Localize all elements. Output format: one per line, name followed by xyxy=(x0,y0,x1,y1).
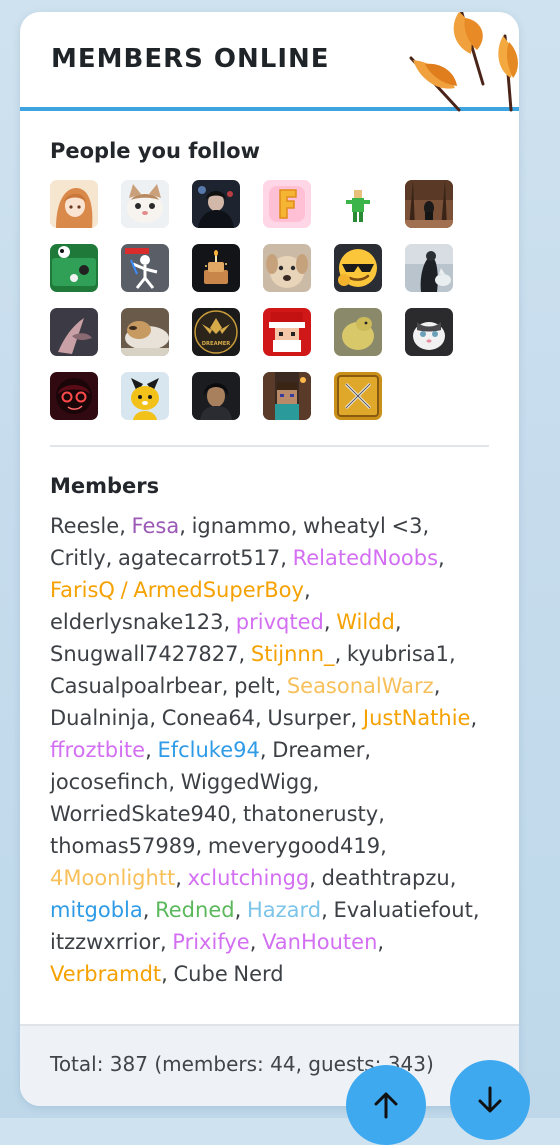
arrow-up-icon xyxy=(374,1092,398,1119)
arrow-down-icon xyxy=(478,1086,502,1113)
member-name[interactable]: jocosefinch xyxy=(50,770,168,794)
member-name[interactable]: Wildd xyxy=(336,610,395,634)
member-name[interactable]: wheatyl <3 xyxy=(303,514,422,538)
svg-text:DREAMER: DREAMER xyxy=(202,341,231,347)
member-name[interactable]: SeasonalWarz xyxy=(287,674,434,698)
member-name[interactable]: Critly xyxy=(50,546,106,570)
member-name[interactable]: 4Moonlightt xyxy=(50,866,175,890)
avatar-cake[interactable] xyxy=(192,244,240,292)
member-name[interactable]: privqted xyxy=(236,610,324,634)
member-name[interactable]: meverygood419 xyxy=(208,834,380,858)
avatar-red-eyes[interactable] xyxy=(50,372,98,420)
member-name[interactable]: ffroztbite xyxy=(50,738,145,762)
avatar-dog[interactable] xyxy=(263,244,311,292)
member-name[interactable]: WiggedWigg xyxy=(181,770,313,794)
member-name[interactable]: Usurper xyxy=(267,706,350,730)
member-name[interactable]: FarisQ / ArmedSuperBoy xyxy=(50,578,304,602)
member-name[interactable]: Verbramdt xyxy=(50,962,161,986)
avatar-forest[interactable] xyxy=(405,180,453,228)
people-you-follow-heading: People you follow xyxy=(50,139,261,163)
member-name[interactable]: RelatedNoobs xyxy=(293,546,438,570)
member-name[interactable]: itzzwxrrior xyxy=(50,930,160,954)
member-name[interactable]: Evaluatiefout xyxy=(333,898,472,922)
avatar-anime-girl[interactable] xyxy=(50,180,98,228)
card-header: MEMBERS ONLINE xyxy=(20,12,519,112)
avatar-green-figure[interactable] xyxy=(334,180,382,228)
avatar-hand[interactable] xyxy=(50,308,98,356)
avatar-dreamer-logo[interactable]: DREAMER xyxy=(192,308,240,356)
member-name[interactable]: Redned xyxy=(155,898,234,922)
member-name[interactable]: VanHouten xyxy=(262,930,377,954)
avatar-sleeping-dog[interactable] xyxy=(121,308,169,356)
member-name[interactable]: Dualninja xyxy=(50,706,149,730)
avatar-santa-block[interactable] xyxy=(263,308,311,356)
member-name[interactable]: Conea64 xyxy=(162,706,255,730)
avatar-minecraft-steve[interactable] xyxy=(263,372,311,420)
member-name[interactable]: kyubrisa1 xyxy=(347,642,449,666)
avatar-pool-table[interactable] xyxy=(50,244,98,292)
member-name[interactable]: Fesa xyxy=(132,514,180,538)
autumn-leaves-icon xyxy=(409,12,518,112)
following-avatar-grid: DREAMER xyxy=(50,180,489,420)
member-name[interactable]: deathtrapzu xyxy=(322,866,450,890)
member-name[interactable]: Efcluke94 xyxy=(157,738,259,762)
avatar-fox[interactable] xyxy=(121,372,169,420)
member-name[interactable]: agatecarrot517 xyxy=(118,546,280,570)
avatar-yellow-blob[interactable] xyxy=(334,308,382,356)
avatar-cat-face[interactable] xyxy=(405,308,453,356)
member-name[interactable]: elderlysnake123 xyxy=(50,610,223,634)
member-name[interactable]: Cube Nerd xyxy=(174,962,284,986)
member-name[interactable]: thomas57989 xyxy=(50,834,195,858)
member-name[interactable]: Prixifye xyxy=(172,930,249,954)
member-name[interactable]: ignammo xyxy=(192,514,291,538)
member-name[interactable]: mitgobla xyxy=(50,898,143,922)
members-heading: Members xyxy=(50,474,160,498)
avatar-cool-emoji[interactable] xyxy=(334,244,382,292)
members-online-card: MEMBERS ONLINE People you follow DREAMER… xyxy=(20,12,519,1106)
member-name[interactable]: Hazard xyxy=(247,898,321,922)
member-name[interactable]: xclutchingg xyxy=(188,866,310,890)
scroll-to-top-button[interactable] xyxy=(346,1065,426,1145)
avatar-dark-figure[interactable] xyxy=(192,180,240,228)
avatar-crossed-swords[interactable] xyxy=(334,372,382,420)
member-name[interactable]: WorriedSkate940 xyxy=(50,802,231,826)
avatar-letter-f[interactable] xyxy=(263,180,311,228)
card-footer: Total: 387 (members: 44, guests: 343) xyxy=(20,1024,519,1106)
member-name[interactable]: Casualpoalrbear xyxy=(50,674,222,698)
avatar-wolf[interactable] xyxy=(405,244,453,292)
avatar-stick-figure[interactable] xyxy=(121,244,169,292)
scroll-to-bottom-button[interactable] xyxy=(450,1060,530,1140)
member-list: Reesle, Fesa, ignammo, wheatyl <3, Critl… xyxy=(50,514,480,986)
avatar-dark-hair[interactable] xyxy=(192,372,240,420)
member-name[interactable]: Snugwall7427827 xyxy=(50,642,239,666)
member-name[interactable]: thatonerusty xyxy=(243,802,378,826)
avatar-cat[interactable] xyxy=(121,180,169,228)
member-name[interactable]: pelt xyxy=(234,674,274,698)
card-title: MEMBERS ONLINE xyxy=(51,44,330,74)
member-name[interactable]: Dreamer xyxy=(272,738,364,762)
member-name[interactable]: Stijnnn_ xyxy=(251,642,335,666)
member-name[interactable]: JustNathie xyxy=(363,706,471,730)
member-name[interactable]: Reesle xyxy=(50,514,119,538)
